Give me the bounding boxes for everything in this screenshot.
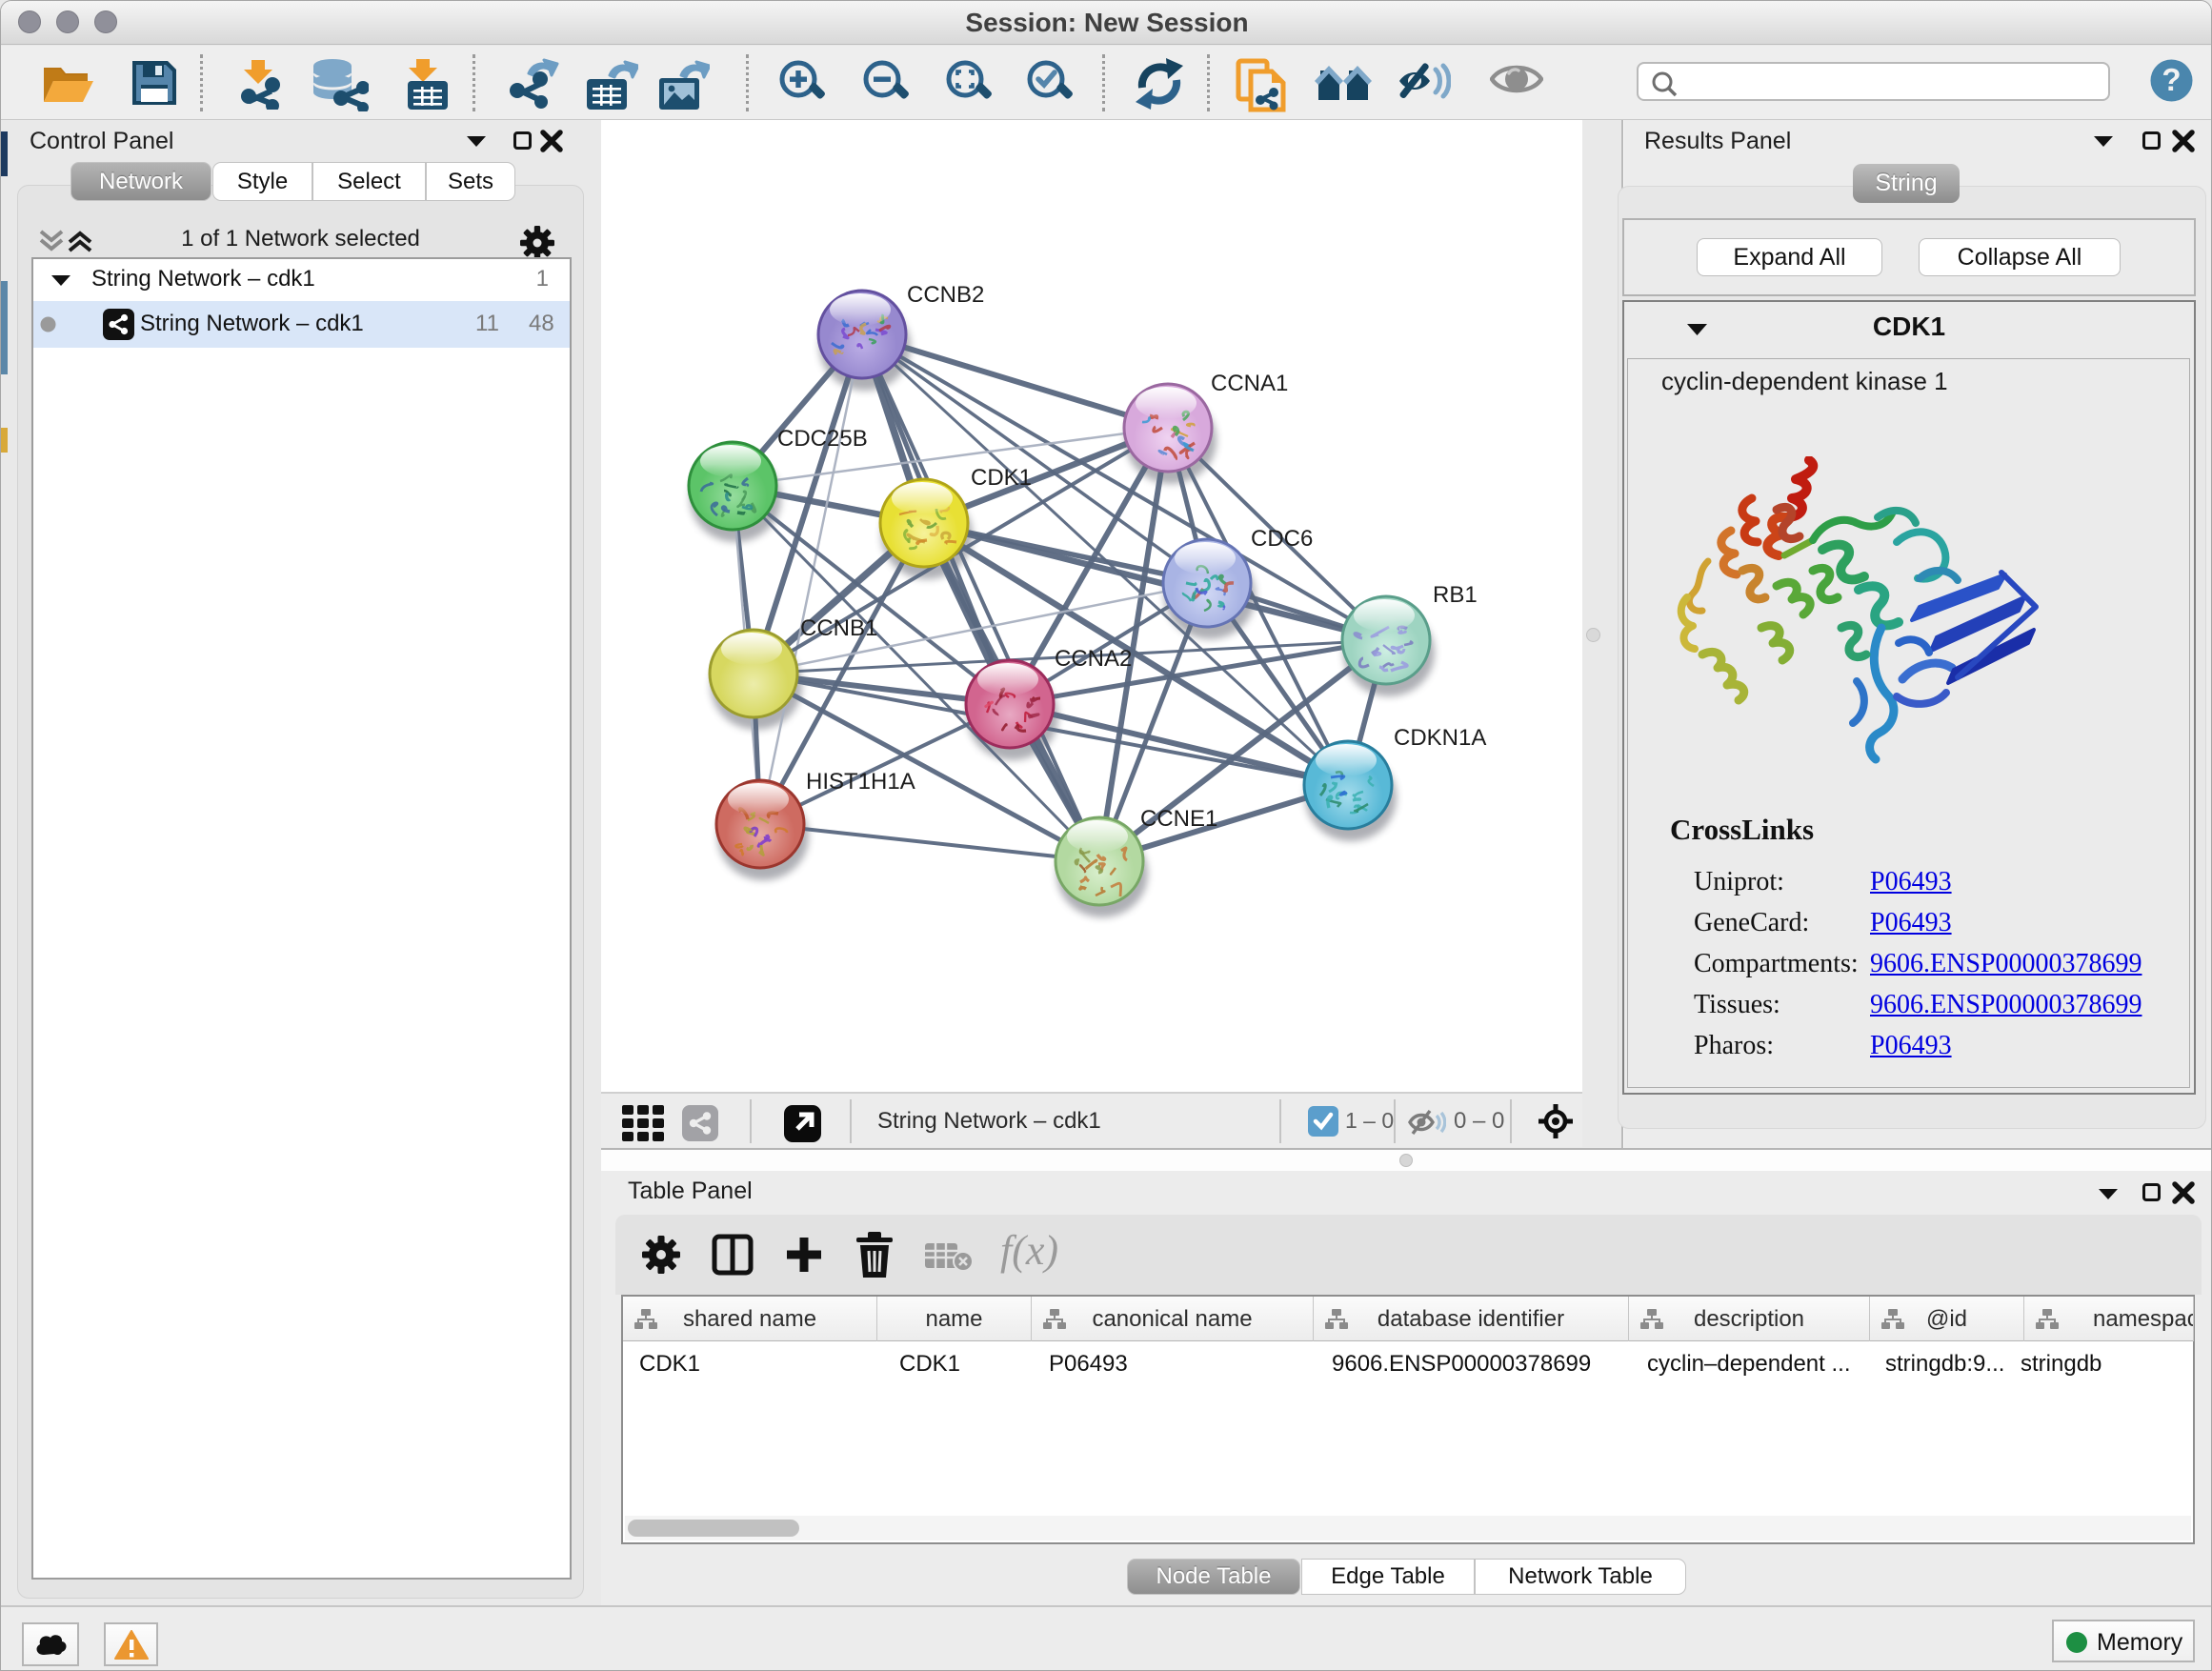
- svg-text:CCNA1: CCNA1: [1211, 371, 1288, 396]
- svg-text:CCNB2: CCNB2: [907, 282, 984, 308]
- svg-text:CCNA2: CCNA2: [1055, 646, 1132, 672]
- svg-text:CCNB1: CCNB1: [800, 615, 877, 641]
- svg-text:CDKN1A: CDKN1A: [1394, 725, 1486, 751]
- svg-text:CCNE1: CCNE1: [1140, 806, 1217, 832]
- svg-text:HIST1H1A: HIST1H1A: [806, 769, 915, 795]
- svg-text:CDC6: CDC6: [1251, 526, 1313, 552]
- svg-text:RB1: RB1: [1433, 582, 1478, 608]
- svg-text:CDC25B: CDC25B: [777, 426, 868, 452]
- svg-text:?: ?: [2162, 62, 2181, 97]
- svg-text:CDK1: CDK1: [971, 465, 1032, 491]
